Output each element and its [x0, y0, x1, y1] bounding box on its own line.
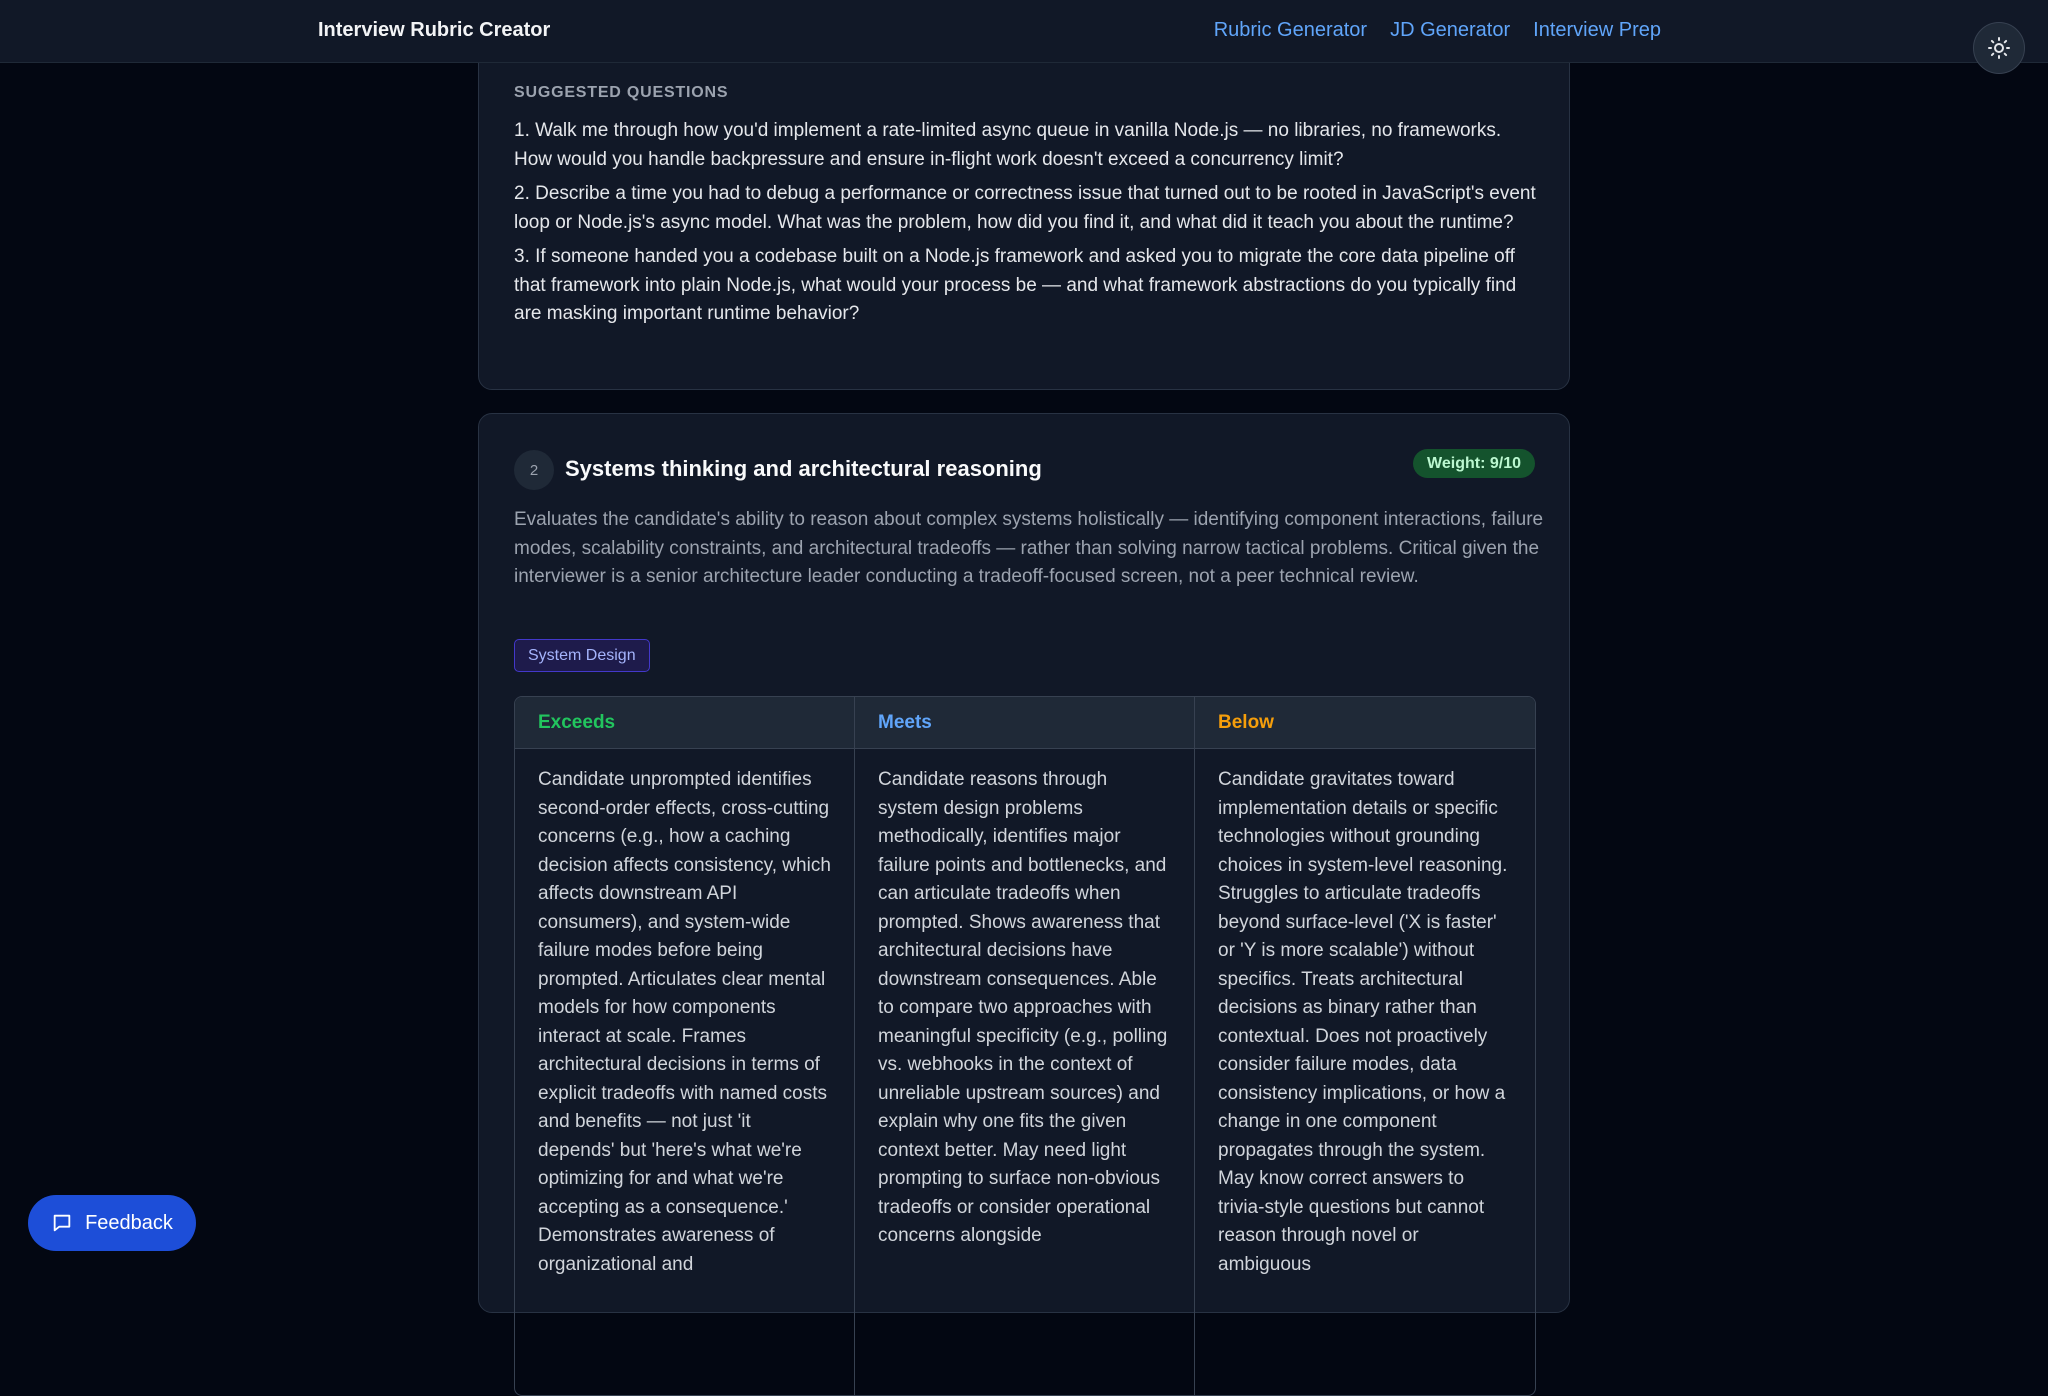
- level-text-exceeds: Candidate unprompted identifies second-o…: [538, 769, 831, 1275]
- criterion-title: Systems thinking and architectural reaso…: [565, 456, 1042, 481]
- rubric-levels-table: Exceeds Candidate unprompted identifies …: [514, 696, 1536, 1396]
- nav-link-jd-generator[interactable]: JD Generator: [1390, 19, 1510, 42]
- level-text-below: Candidate gravitates toward implementati…: [1218, 769, 1508, 1275]
- chat-bubble-icon: [53, 1214, 71, 1232]
- level-text-meets: Candidate reasons through system design …: [878, 769, 1168, 1246]
- feedback-button-label: Feedback: [85, 1211, 173, 1234]
- suggested-questions-card: SUGGESTED QUESTIONS 1. Walk me through h…: [478, 40, 1570, 390]
- question-item: 1. Walk me through how you'd implement a…: [514, 120, 1502, 170]
- feedback-button[interactable]: Feedback: [28, 1195, 196, 1251]
- question-item: 3. If someone handed you a codebase buil…: [514, 246, 1517, 324]
- question-item: 2. Describe a time you had to debug a pe…: [514, 183, 1536, 233]
- theme-toggle-button[interactable]: [1973, 22, 2025, 74]
- level-column-below: Below Candidate gravitates toward implem…: [1195, 697, 1535, 1395]
- suggested-questions-label: SUGGESTED QUESTIONS: [514, 84, 729, 101]
- level-header-exceeds: Exceeds: [515, 697, 854, 749]
- level-column-meets: Meets Candidate reasons through system d…: [855, 697, 1195, 1395]
- app-title: Interview Rubric Creator: [318, 19, 551, 41]
- questions-list: 1. Walk me through how you'd implement a…: [514, 117, 1544, 335]
- criterion-description: Evaluates the candidate's ability to rea…: [514, 509, 1544, 587]
- nav-link-rubric-generator[interactable]: Rubric Generator: [1214, 19, 1367, 42]
- level-header-below: Below: [1195, 697, 1535, 749]
- nav-link-interview-prep[interactable]: Interview Prep: [1533, 19, 1661, 42]
- criterion-card: 2 Systems thinking and architectural rea…: [478, 413, 1570, 1396]
- level-column-exceeds: Exceeds Candidate unprompted identifies …: [515, 697, 855, 1395]
- level-header-meets: Meets: [855, 697, 1194, 749]
- category-tag: System Design: [514, 639, 650, 672]
- top-nav-bar: Interview Rubric Creator Rubric Generato…: [0, 0, 2048, 63]
- sun-icon: [1988, 37, 2010, 59]
- main-nav: Rubric Generator JD Generator Interview …: [1214, 19, 1661, 42]
- criterion-number-badge: 2: [514, 450, 554, 490]
- weight-badge: Weight: 9/10: [1413, 449, 1535, 478]
